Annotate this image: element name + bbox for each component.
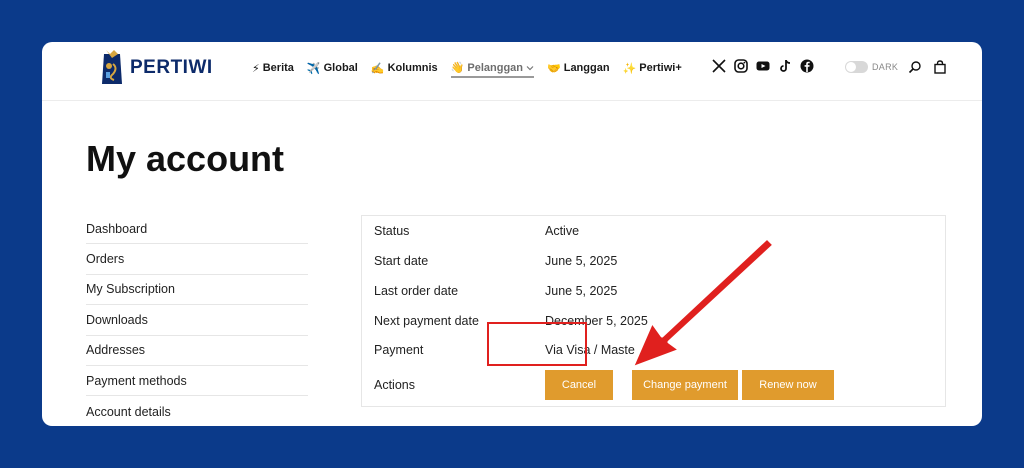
youtube-icon[interactable] bbox=[756, 59, 770, 73]
table-row: Status Active bbox=[362, 216, 945, 246]
row-label: Last order date bbox=[374, 284, 459, 298]
site-header: PERTIWI ⚡ Berita ✈️ Global ✍️ Kolumnis 👋… bbox=[42, 42, 982, 101]
sidebar-item-account-details[interactable]: Account details bbox=[86, 396, 308, 426]
page-card: PERTIWI ⚡ Berita ✈️ Global ✍️ Kolumnis 👋… bbox=[42, 42, 982, 426]
dark-mode-toggle[interactable]: DARK bbox=[845, 61, 898, 73]
facebook-icon[interactable] bbox=[800, 59, 814, 73]
cart-icon[interactable] bbox=[933, 60, 947, 74]
nav-item-global[interactable]: ✈️ Global bbox=[307, 60, 358, 76]
sidebar-item-dashboard[interactable]: Dashboard bbox=[86, 214, 308, 245]
nav-item-pelanggan[interactable]: 👋 Pelanggan bbox=[450, 60, 535, 78]
sidebar-item-addresses[interactable]: Addresses bbox=[86, 336, 308, 366]
main-nav: ⚡ Berita ✈️ Global ✍️ Kolumnis 👋 Pelangg… bbox=[252, 60, 682, 78]
nav-item-pertiwi-plus[interactable]: ✨ Pertiwi+ bbox=[623, 60, 682, 76]
x-icon[interactable] bbox=[712, 59, 726, 73]
change-payment-button[interactable]: Change payment bbox=[632, 370, 738, 400]
nav-label: Berita bbox=[262, 62, 294, 74]
writing-hand-icon: ✍️ bbox=[370, 62, 385, 75]
instagram-icon[interactable] bbox=[734, 59, 748, 73]
site-logo[interactable]: PERTIWI bbox=[100, 48, 213, 88]
last-order-date-value: June 5, 2025 bbox=[545, 284, 618, 298]
row-label: Next payment date bbox=[374, 314, 479, 328]
chevron-down-icon bbox=[526, 65, 534, 70]
toggle-label: DARK bbox=[872, 62, 899, 72]
social-links bbox=[712, 59, 814, 73]
table-row: Next payment date December 5, 2025 bbox=[362, 306, 945, 336]
sidebar-item-downloads[interactable]: Downloads bbox=[86, 305, 308, 336]
sidebar-item-payment-methods[interactable]: Payment methods bbox=[86, 366, 308, 397]
account-sidebar: Dashboard Orders My Subscription Downloa… bbox=[86, 214, 308, 426]
cancel-button[interactable]: Cancel bbox=[545, 370, 613, 400]
nav-item-langgan[interactable]: 🤝 Langgan bbox=[547, 60, 610, 76]
page-title: My account bbox=[86, 138, 285, 179]
nav-item-berita[interactable]: ⚡ Berita bbox=[252, 60, 294, 76]
nav-item-kolumnis[interactable]: ✍️ Kolumnis bbox=[371, 60, 438, 76]
nav-label: Kolumnis bbox=[387, 62, 438, 74]
row-label: Payment bbox=[374, 343, 424, 357]
row-label: Start date bbox=[374, 254, 429, 268]
renew-now-button[interactable]: Renew now bbox=[742, 370, 834, 400]
nav-label: Pelanggan bbox=[467, 61, 524, 74]
toggle-knob bbox=[846, 62, 856, 72]
waving-hand-icon: 👋 bbox=[450, 62, 465, 74]
nav-label: Pertiwi+ bbox=[639, 62, 682, 74]
sidebar-item-my-subscription[interactable]: My Subscription bbox=[86, 275, 308, 306]
search-icon[interactable] bbox=[908, 60, 922, 74]
table-row: Last order date June 5, 2025 bbox=[362, 276, 945, 306]
status-value: Active bbox=[545, 224, 580, 238]
toggle-track bbox=[845, 61, 868, 73]
sidebar-item-orders[interactable]: Orders bbox=[86, 244, 308, 275]
table-row: Payment Via Visa / Maste bbox=[362, 335, 945, 365]
nav-label: Global bbox=[323, 62, 358, 74]
tiktok-icon[interactable] bbox=[778, 59, 792, 73]
start-date-value: June 5, 2025 bbox=[545, 254, 618, 268]
nav-label: Langgan bbox=[563, 62, 610, 74]
row-label: Actions bbox=[374, 378, 415, 392]
pertiwi-logo-icon bbox=[102, 50, 122, 84]
subscription-details-table: Status Active Start date June 5, 2025 La… bbox=[361, 215, 946, 407]
cancel-highlight-box bbox=[487, 322, 587, 366]
row-label: Status bbox=[374, 224, 410, 238]
sparkles-icon: ✨ bbox=[622, 62, 637, 75]
brand-name: PERTIWI bbox=[130, 57, 213, 78]
handshake-icon: 🤝 bbox=[547, 62, 561, 75]
table-row: Start date June 5, 2025 bbox=[362, 246, 945, 276]
lightning-icon: ⚡ bbox=[252, 62, 260, 75]
airplane-icon: ✈️ bbox=[306, 62, 321, 75]
